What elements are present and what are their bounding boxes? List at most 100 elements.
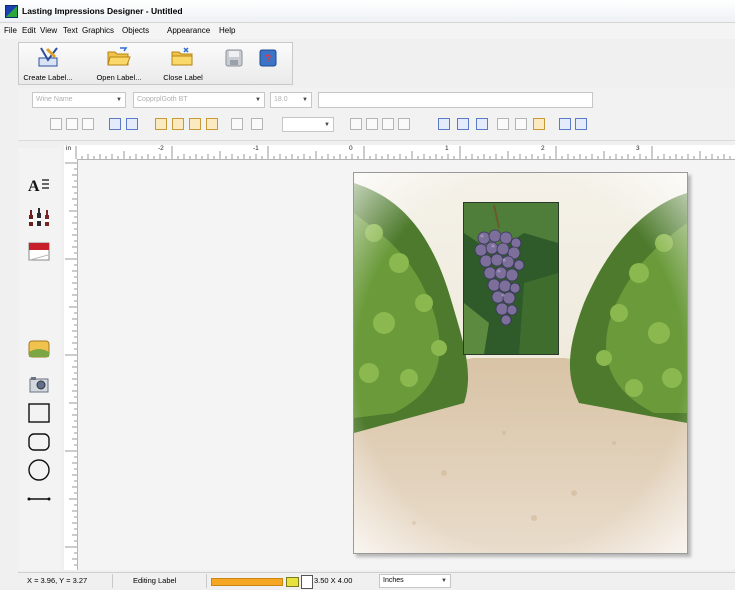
image-tool[interactable]	[27, 338, 51, 360]
ruler-ticks	[65, 162, 77, 566]
units-value: Inches	[383, 577, 404, 584]
line-icon	[27, 497, 51, 501]
window-title: Lasting Impressions Designer - Untitled	[22, 6, 183, 16]
status-separator	[206, 574, 207, 588]
vertical-ruler	[64, 159, 78, 570]
menu-bar: File Edit View Text Graphics Objects App…	[0, 23, 735, 39]
menu-text[interactable]: Text	[63, 26, 78, 35]
align-right-icon[interactable]	[82, 118, 94, 130]
label-size: 3.50 X 4.00	[314, 576, 353, 585]
grape-cluster-image	[464, 203, 558, 354]
chevron-down-icon: ▼	[324, 122, 330, 128]
object-name-select[interactable]: Wine Name ▼	[32, 92, 126, 108]
menu-appearance[interactable]: Appearance	[167, 26, 210, 35]
bold-icon[interactable]	[438, 118, 450, 130]
text-align-left-icon[interactable]	[350, 118, 362, 130]
group-icon[interactable]	[231, 118, 243, 130]
menu-objects[interactable]: Objects	[122, 26, 149, 35]
align-middle-icon[interactable]	[126, 118, 138, 130]
chevron-down-icon: ▼	[302, 97, 308, 103]
label-size-icon	[301, 575, 313, 589]
text-entry-field[interactable]	[318, 92, 593, 108]
font-face-select[interactable]: CopprplGoth BT ▼	[133, 92, 265, 108]
status-bar: X = 3.96, Y = 3.27 Editing Label 3.50 X …	[18, 572, 735, 590]
help-icon: ?	[259, 49, 277, 67]
menu-edit[interactable]: Edit	[22, 26, 36, 35]
bring-forward-icon[interactable]	[189, 118, 201, 130]
line-spacing-icon[interactable]	[398, 118, 410, 130]
mode-status: Editing Label	[133, 576, 177, 585]
text-align-center-icon[interactable]	[366, 118, 378, 130]
undo-icon[interactable]	[559, 118, 571, 130]
send-backward-icon[interactable]	[206, 118, 218, 130]
ungroup-icon[interactable]	[251, 118, 263, 130]
ruler-label: -2	[158, 145, 164, 152]
tool-palette: A	[18, 148, 61, 570]
grape-photo[interactable]	[463, 202, 559, 355]
rounded-rectangle-tool[interactable]	[27, 431, 51, 453]
text-tool-icon: A	[28, 178, 49, 195]
line-tool[interactable]	[27, 488, 51, 510]
cut-icon[interactable]	[497, 118, 509, 130]
open-label-button[interactable]: Open Label...	[91, 45, 147, 83]
font-face-value: CopprplGoth BT	[137, 96, 188, 103]
create-label-button[interactable]: Create Label...	[23, 45, 73, 83]
text-tool[interactable]: A	[27, 174, 51, 196]
calendar-tool[interactable]	[27, 240, 51, 262]
ruler-unit: in	[66, 145, 72, 152]
ruler-ticks	[75, 146, 731, 159]
menu-file[interactable]: File	[4, 26, 17, 35]
app-logo-icon	[5, 5, 18, 18]
save-button[interactable]	[223, 45, 245, 83]
close-label-text: Close Label	[163, 73, 203, 82]
ruler-label: 1	[445, 145, 449, 152]
font-size-select[interactable]: 18.0 ▼	[270, 92, 312, 108]
save-disk-icon	[225, 49, 243, 67]
help-button[interactable]: ?	[257, 45, 279, 83]
units-select[interactable]: Inches ▼	[379, 574, 451, 588]
ellipse-icon	[28, 459, 50, 481]
title-bar: Lasting Impressions Designer - Untitled	[0, 0, 735, 23]
ellipse-tool[interactable]	[27, 458, 51, 481]
menu-view[interactable]: View	[40, 26, 57, 35]
font-size-value: 18.0	[274, 96, 288, 103]
redo-icon[interactable]	[575, 118, 587, 130]
camera-icon	[29, 377, 49, 393]
paste-icon[interactable]	[533, 118, 545, 130]
underline-icon[interactable]	[476, 118, 488, 130]
copy-icon[interactable]	[515, 118, 527, 130]
open-folder-icon	[107, 47, 131, 66]
align-top-icon[interactable]	[109, 118, 121, 130]
svg-text:?: ?	[265, 53, 272, 65]
chevron-down-icon: ▼	[255, 97, 261, 103]
create-label-text: Create Label...	[23, 73, 73, 82]
send-back-icon[interactable]	[172, 118, 184, 130]
svg-text:A: A	[28, 178, 40, 195]
main-toolbar: Create Label... Open Label... Close Labe…	[18, 42, 293, 85]
horizontal-ruler: in -2 -1 0 1 2 3	[64, 145, 735, 160]
ruler-label: 3	[636, 145, 640, 152]
status-separator	[112, 574, 113, 588]
menu-graphics[interactable]: Graphics	[82, 26, 114, 35]
bottles-tool[interactable]	[27, 206, 51, 228]
image-icon	[28, 340, 50, 358]
menu-help[interactable]: Help	[219, 26, 235, 35]
camera-tool[interactable]	[27, 374, 51, 396]
color-select[interactable]: ▼	[282, 117, 334, 132]
ruler-label: 2	[541, 145, 545, 152]
rectangle-tool[interactable]	[27, 402, 51, 424]
close-label-button[interactable]: Close Label	[157, 45, 209, 83]
cursor-coordinates: X = 3.96, Y = 3.27	[27, 576, 88, 585]
italic-icon[interactable]	[457, 118, 469, 130]
text-align-right-icon[interactable]	[382, 118, 394, 130]
calendar-icon	[28, 242, 50, 261]
bring-front-icon[interactable]	[155, 118, 167, 130]
rectangle-icon	[28, 403, 50, 423]
object-name-value: Wine Name	[36, 96, 73, 103]
rounded-rectangle-icon	[28, 433, 50, 451]
close-folder-icon	[171, 47, 193, 66]
progress-bar	[211, 578, 283, 586]
align-center-icon[interactable]	[66, 118, 78, 130]
wine-bottles-icon	[29, 208, 49, 226]
align-left-icon[interactable]	[50, 118, 62, 130]
